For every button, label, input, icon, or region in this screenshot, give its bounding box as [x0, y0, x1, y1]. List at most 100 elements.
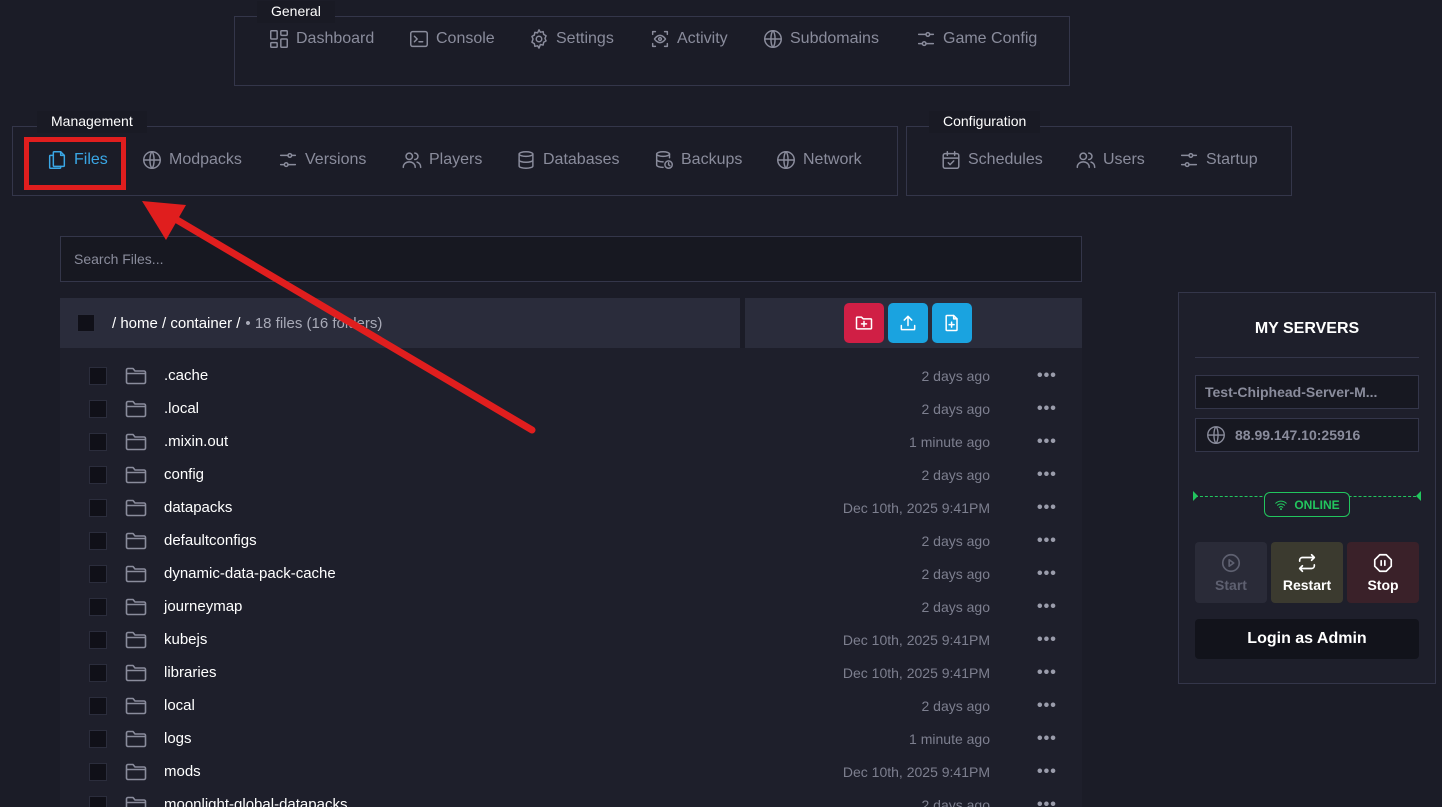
breadcrumb[interactable]: / home / container /: [112, 315, 240, 332]
users-icon: [1076, 152, 1096, 169]
file-row-checkbox[interactable]: [89, 597, 107, 616]
file-row[interactable]: dynamic-data-pack-cache 2 days ago •••: [60, 557, 1082, 590]
nav-schedules[interactable]: Schedules: [940, 149, 1043, 171]
file-row-checkbox[interactable]: [89, 696, 107, 715]
file-row-checkbox[interactable]: [89, 795, 107, 807]
file-name[interactable]: moonlight-global-datapacks: [164, 796, 347, 807]
file-name[interactable]: .cache: [164, 367, 208, 384]
file-row[interactable]: logs 1 minute ago •••: [60, 722, 1082, 755]
file-modified: Dec 10th, 2025 9:41PM: [842, 763, 990, 780]
nav-game-config[interactable]: Game Config: [915, 28, 1037, 50]
more-options-button[interactable]: •••: [1037, 367, 1057, 385]
file-name[interactable]: .mixin.out: [164, 433, 228, 450]
nav-dashboard[interactable]: Dashboard: [268, 28, 374, 50]
file-name[interactable]: dynamic-data-pack-cache: [164, 565, 336, 582]
file-name[interactable]: datapacks: [164, 499, 232, 516]
file-row-checkbox[interactable]: [89, 399, 107, 418]
file-name[interactable]: kubejs: [164, 631, 207, 648]
file-name[interactable]: mods: [164, 763, 201, 780]
file-row-checkbox[interactable]: [89, 432, 107, 451]
file-row-checkbox[interactable]: [89, 465, 107, 484]
new-file-button[interactable]: [932, 303, 972, 343]
file-row[interactable]: config 2 days ago •••: [60, 458, 1082, 491]
file-row[interactable]: moonlight-global-datapacks 2 days ago •••: [60, 788, 1082, 807]
file-row[interactable]: defaultconfigs 2 days ago •••: [60, 524, 1082, 557]
nav-subdomains[interactable]: Subdomains: [762, 28, 879, 50]
nav-users[interactable]: Users: [1075, 149, 1145, 171]
file-row-checkbox[interactable]: [89, 663, 107, 682]
login-as-admin-button[interactable]: Login as Admin: [1195, 619, 1419, 659]
file-row[interactable]: .mixin.out 1 minute ago •••: [60, 425, 1082, 458]
nav-activity[interactable]: Activity: [649, 28, 728, 50]
new-folder-button[interactable]: [844, 303, 884, 343]
file-name[interactable]: journeymap: [164, 598, 242, 615]
more-options-button[interactable]: •••: [1037, 565, 1057, 583]
file-row-checkbox[interactable]: [89, 762, 107, 781]
restart-button[interactable]: Restart: [1271, 542, 1343, 603]
globe-icon: [764, 30, 782, 48]
nav-players-label: Players: [429, 151, 483, 168]
more-options-button[interactable]: •••: [1037, 763, 1057, 781]
nav-databases[interactable]: Databases: [515, 149, 620, 171]
file-name[interactable]: .local: [164, 400, 199, 417]
file-row-checkbox[interactable]: [89, 366, 107, 385]
stop-icon: [1373, 553, 1393, 573]
file-name[interactable]: logs: [164, 730, 192, 747]
file-name[interactable]: config: [164, 466, 204, 483]
more-options-button[interactable]: •••: [1037, 664, 1057, 682]
file-name[interactable]: libraries: [164, 664, 217, 681]
globe-icon: [777, 151, 795, 169]
file-row[interactable]: .local 2 days ago •••: [60, 392, 1082, 425]
nav-console[interactable]: Console: [408, 28, 495, 50]
nav-settings[interactable]: Settings: [528, 28, 614, 50]
file-row[interactable]: .cache 2 days ago •••: [60, 359, 1082, 392]
file-row-checkbox[interactable]: [89, 498, 107, 517]
sliders-icon: [917, 31, 935, 47]
nav-backups-label: Backups: [681, 151, 743, 168]
server-name-field[interactable]: Test-Chiphead-Server-M...: [1195, 375, 1419, 409]
database-icon: [518, 151, 534, 169]
more-options-button[interactable]: •••: [1037, 631, 1057, 649]
file-row-checkbox[interactable]: [89, 531, 107, 550]
folder-icon: [124, 727, 148, 751]
file-name[interactable]: local: [164, 697, 195, 714]
configuration-nav-group: Configuration Schedules Users Startup: [906, 111, 1292, 196]
stop-button[interactable]: Stop: [1347, 542, 1419, 603]
nav-modpacks[interactable]: Modpacks: [141, 149, 242, 171]
file-browser-header: / home / container / • 18 files (16 fold…: [60, 298, 740, 348]
more-options-button[interactable]: •••: [1037, 730, 1057, 748]
sliders-icon: [279, 152, 297, 168]
file-row[interactable]: kubejs Dec 10th, 2025 9:41PM •••: [60, 623, 1082, 656]
file-row[interactable]: mods Dec 10th, 2025 9:41PM •••: [60, 755, 1082, 788]
login-label: Login as Admin: [1247, 630, 1367, 647]
more-options-button[interactable]: •••: [1037, 697, 1057, 715]
nav-players[interactable]: Players: [401, 149, 482, 171]
more-options-button[interactable]: •••: [1037, 532, 1057, 550]
file-row[interactable]: journeymap 2 days ago •••: [60, 590, 1082, 623]
nav-versions[interactable]: Versions: [277, 149, 366, 171]
more-options-button[interactable]: •••: [1037, 400, 1057, 418]
file-row-checkbox[interactable]: [89, 630, 107, 649]
folder-icon: [124, 760, 148, 784]
start-button[interactable]: Start: [1195, 542, 1267, 603]
more-options-button[interactable]: •••: [1037, 433, 1057, 451]
select-all-checkbox[interactable]: [77, 314, 95, 332]
file-row[interactable]: local 2 days ago •••: [60, 689, 1082, 722]
file-row[interactable]: libraries Dec 10th, 2025 9:41PM •••: [60, 656, 1082, 689]
nav-network-label: Network: [803, 151, 862, 168]
nav-startup[interactable]: Startup: [1178, 149, 1258, 171]
file-row[interactable]: datapacks Dec 10th, 2025 9:41PM •••: [60, 491, 1082, 524]
file-row-checkbox[interactable]: [89, 729, 107, 748]
more-options-button[interactable]: •••: [1037, 466, 1057, 484]
more-options-button[interactable]: •••: [1037, 499, 1057, 517]
file-name[interactable]: defaultconfigs: [164, 532, 257, 549]
file-modified: 2 days ago: [921, 367, 991, 384]
search-input[interactable]: [60, 236, 1082, 282]
upload-button[interactable]: [888, 303, 928, 343]
nav-network[interactable]: Network: [775, 149, 862, 171]
file-row-checkbox[interactable]: [89, 564, 107, 583]
more-options-button[interactable]: •••: [1037, 796, 1057, 807]
server-address-field[interactable]: 88.99.147.10:25916: [1195, 418, 1419, 452]
more-options-button[interactable]: •••: [1037, 598, 1057, 616]
nav-backups[interactable]: Backups: [653, 149, 742, 171]
